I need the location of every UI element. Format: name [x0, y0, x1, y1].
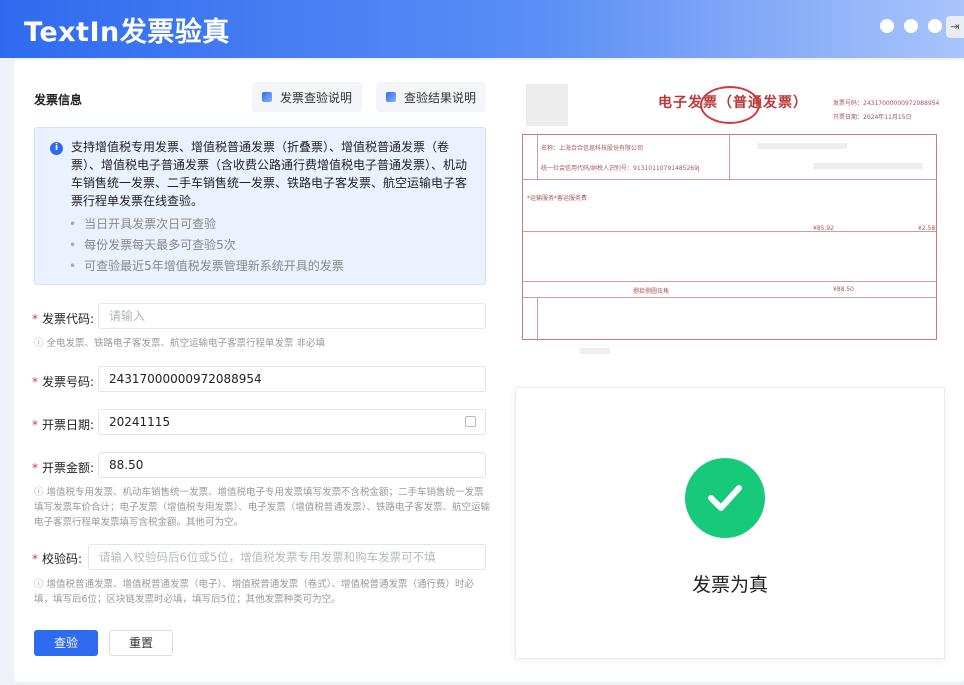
- check-desc-button[interactable]: 发票查验说明: [252, 82, 363, 112]
- dot-icon: [904, 19, 918, 33]
- amount-input[interactable]: 88.50: [98, 452, 486, 478]
- invoice-table: 名称：上海合合信息科技股份有限公司 统一社会信用代码/纳税人识别号：913101…: [522, 134, 937, 341]
- app-title: TextIn发票验真: [24, 17, 230, 48]
- info-box: i 支持增值税专用发票、增值税普通发票（折叠票）、增值税普通发票（卷票）、增值税…: [34, 127, 486, 285]
- result-text: 发票为真: [691, 574, 768, 596]
- amount-words: 捌拾捌圆伍角: [633, 288, 670, 295]
- amount-label: * 开票金额:: [32, 461, 95, 475]
- invoice-preview: 电子发票（普通发票） 发票号码：24317000000972088954 开票日…: [520, 82, 940, 362]
- info-text: 支持增值税专用发票、增值税普通发票（折叠票）、增值税普通发票（卷票）、增值税电子…: [71, 140, 468, 208]
- expand-icon[interactable]: ⇥: [946, 16, 964, 38]
- info-bullet: 当日开具发票次日可查验: [69, 214, 344, 235]
- window-menu[interactable]: [880, 19, 942, 33]
- info-bullet: 可查验最近5年增值税发票管理新系统开具的发票: [69, 256, 344, 277]
- total-tax: ¥2.58: [918, 225, 936, 232]
- issue-date-input[interactable]: 20241115: [98, 409, 486, 435]
- section-title: 发票信息: [34, 93, 83, 107]
- invoice-code-hint: 全电发票、铁路电子客发票、航空运输电子客票行程单发票 非必填: [34, 336, 490, 351]
- issue-date-label: * 开票日期:: [32, 418, 95, 432]
- dot-icon: [880, 19, 894, 33]
- check-code-label: * 校验码:: [32, 552, 83, 566]
- info-bullets: 当日开具发票次日可查验 每份发票每天最多可查验5次 可查验最近5年增值税发票管理…: [69, 214, 344, 277]
- info-bullet: 每份发票每天最多可查验5次: [69, 235, 344, 256]
- calendar-icon[interactable]: [465, 416, 476, 427]
- result-card: 发票为真: [515, 387, 945, 659]
- buyer-tax: 统一社会信用代码/纳税人识别号：91310110791485269J: [541, 165, 700, 172]
- item-name: *运输服务*客运服务费: [527, 195, 588, 202]
- doc-icon: [262, 92, 272, 102]
- invoice-number-small: 发票号码：24317000000972088954: [833, 100, 940, 107]
- check-code-hint: 增值税普通发票、增值税普通发票（电子）、增值税普通发票（卷式）、增值税普通发票（…: [34, 577, 490, 607]
- invoice-date-small: 开票日期：2024年11月15日: [833, 114, 912, 121]
- invoice-code-label: * 发票代码:: [32, 312, 95, 326]
- dot-icon: [928, 19, 942, 33]
- issue-date-value: 20241115: [109, 415, 171, 429]
- invoice-code-input[interactable]: 请输入: [98, 303, 486, 329]
- buyer-name: 名称：上海合合信息科技股份有限公司: [541, 145, 644, 152]
- qr-code-placeholder: [526, 84, 568, 126]
- check-code-input[interactable]: 请输入校验码后6位或5位，增值税发票专用发票和购车发票可不填: [88, 544, 486, 570]
- result-desc-button[interactable]: 查验结果说明: [376, 82, 487, 112]
- reset-button[interactable]: 重置: [109, 630, 173, 656]
- app-header: TextIn发票验真 ⇥: [0, 0, 964, 58]
- check-desc-label: 发票查验说明: [280, 90, 353, 105]
- submit-button[interactable]: 查验: [34, 630, 98, 656]
- doc-icon: [386, 92, 396, 102]
- invoice-number-label: * 发票号码:: [32, 375, 95, 389]
- amount-hint: 增值税专用发票、机动车销售统一发票、增值税电子专用发票填写发票不含税金额；二手车…: [34, 485, 490, 530]
- info-icon: i: [50, 142, 63, 155]
- result-desc-label: 查验结果说明: [404, 90, 477, 105]
- total-amount: ¥85.92: [813, 225, 834, 232]
- invoice-number-input[interactable]: 24317000000972088954: [98, 366, 486, 392]
- stamp-seal: [700, 86, 760, 124]
- small-total: ¥88.50: [833, 286, 854, 293]
- check-circle-icon: [685, 458, 765, 538]
